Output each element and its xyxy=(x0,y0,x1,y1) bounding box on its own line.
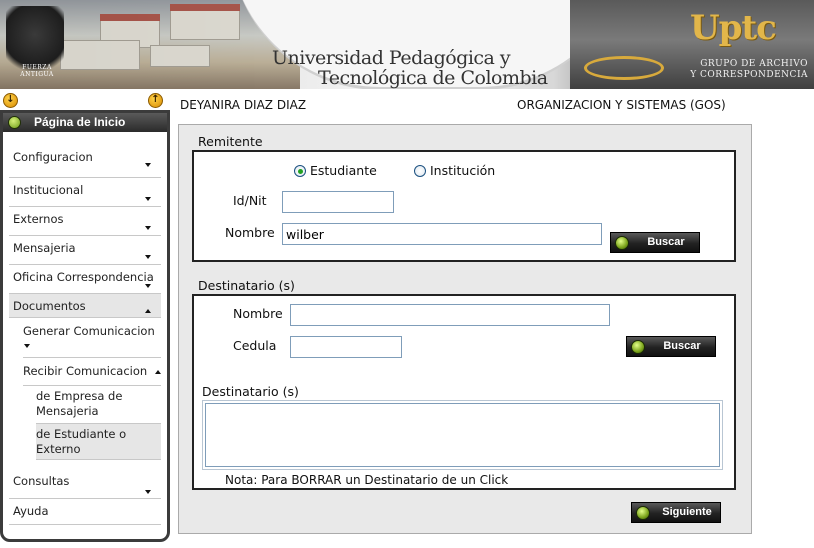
main-form-panel: Remitente Estudiante Institución Id/Nit … xyxy=(178,124,752,534)
sidebar-item-label: de Empresa de Mensajeria xyxy=(36,389,123,418)
department-name: ORGANIZACION Y SISTEMAS (GOS) xyxy=(517,98,726,112)
sidebar-item-mensajeria[interactable]: Mensajeria xyxy=(9,236,161,265)
scroll-up-icon[interactable]: ↑ xyxy=(148,93,163,108)
university-title-line1: Universidad Pedagógica y xyxy=(272,47,511,69)
home-link[interactable]: Página de Inicio xyxy=(3,113,167,132)
sidebar-menu: Configuracion Institucional Externos Men… xyxy=(3,132,167,525)
cedula-label: Cedula xyxy=(233,338,277,353)
delete-note: Nota: Para BORRAR un Destinatario de un … xyxy=(225,473,509,487)
group-name: GRUPO DE ARCHIVO Y CORRESPONDENCIA xyxy=(668,59,808,81)
sidebar-item-generar-comunicacion[interactable]: Generar Comunicacion xyxy=(23,318,161,358)
id-nit-input[interactable] xyxy=(282,191,394,213)
user-name: DEYANIRA DIAZ DIAZ xyxy=(180,98,307,112)
home-label: Página de Inicio xyxy=(34,115,126,129)
chevron-down-icon xyxy=(145,163,151,167)
scroll-down-icon[interactable]: ↓ xyxy=(3,93,18,108)
chevron-up-icon xyxy=(145,309,151,313)
remitente-title: Remitente xyxy=(198,134,263,149)
header-banner: FUERZA ANTIGUA Universidad Pedagógica y … xyxy=(0,0,814,89)
remitente-buscar-button[interactable]: Buscar xyxy=(610,232,700,253)
radio-institucion-label: Institución xyxy=(430,163,496,178)
destinatario-list[interactable] xyxy=(205,403,720,467)
destinatario-fieldset: Nombre Cedula Buscar Destinatario (s) No… xyxy=(192,294,736,490)
sidebar-item-label: Oficina Correspondencia xyxy=(13,270,154,284)
sidebar-item-label: Mensajeria xyxy=(13,241,76,255)
button-label: Buscar xyxy=(647,236,685,248)
chevron-down-icon xyxy=(145,226,151,230)
group-name-line2: Y CORRESPONDENCIA xyxy=(690,70,808,80)
chevron-down-icon xyxy=(24,344,30,348)
sidebar-item-configuracion[interactable]: Configuracion xyxy=(9,140,161,178)
button-label: Buscar xyxy=(663,340,701,352)
button-led-icon xyxy=(615,236,629,250)
button-label: Siguiente xyxy=(662,506,712,518)
nombre-label: Nombre xyxy=(225,225,275,240)
sidebar-item-oficina-correspondencia[interactable]: Oficina Correspondencia xyxy=(9,265,161,294)
sidebar-item-label: Externos xyxy=(13,212,64,226)
university-title-line2: Tecnológica de Colombia xyxy=(318,67,548,89)
destinatario-list-title: Destinatario (s) xyxy=(202,384,299,399)
sidebar-item-empresa-mensajeria[interactable]: de Empresa de Mensajeria xyxy=(36,386,161,424)
sidebar-item-label: Consultas xyxy=(13,474,70,488)
sidebar-item-documentos[interactable]: Documentos xyxy=(9,294,161,318)
destinatario-nombre-input[interactable] xyxy=(290,304,610,326)
sidebar-item-estudiante-externo[interactable]: de Estudiante o Externo xyxy=(36,424,161,460)
remitente-fieldset: Estudiante Institución Id/Nit Nombre Bus… xyxy=(192,150,736,262)
radio-estudiante-label: Estudiante xyxy=(310,163,377,178)
button-led-icon xyxy=(636,506,650,520)
sidebar-item-label: Ayuda xyxy=(13,504,49,518)
sidebar-top: ↓ ↑ xyxy=(0,92,170,110)
sidebar-item-ayuda[interactable]: Ayuda xyxy=(9,499,161,525)
siguiente-button[interactable]: Siguiente xyxy=(631,502,721,523)
sidebar-item-label: Documentos xyxy=(13,299,86,313)
sidebar-item-label: Institucional xyxy=(13,183,84,197)
radio-estudiante[interactable] xyxy=(294,165,306,177)
destinatario-nombre-label: Nombre xyxy=(233,306,283,321)
sidebar-item-institucional[interactable]: Institucional xyxy=(9,178,161,207)
chevron-up-icon xyxy=(155,370,161,374)
sidebar-item-consultas[interactable]: Consultas xyxy=(9,460,161,499)
chevron-down-icon xyxy=(145,255,151,259)
chevron-down-icon xyxy=(145,490,151,494)
sidebar-item-externos[interactable]: Externos xyxy=(9,207,161,236)
seal-motto: FUERZA ANTIGUA xyxy=(20,64,54,78)
uptc-logo: Uptc xyxy=(690,8,777,48)
sidebar: Página de Inicio Configuracion Instituci… xyxy=(0,110,170,542)
id-nit-label: Id/Nit xyxy=(233,193,267,208)
knot-logo-icon xyxy=(584,56,664,80)
sidebar-item-label: Generar Comunicacion xyxy=(23,324,155,338)
chevron-down-icon xyxy=(145,284,151,288)
destinatario-buscar-button[interactable]: Buscar xyxy=(626,336,716,357)
destinatario-title: Destinatario (s) xyxy=(198,278,295,293)
home-bullet-icon xyxy=(8,116,21,129)
button-led-icon xyxy=(631,340,645,354)
radio-institucion[interactable] xyxy=(414,165,426,177)
university-title: Universidad Pedagógica y Tecnológica de … xyxy=(272,48,548,88)
sidebar-item-label: de Estudiante o Externo xyxy=(36,427,127,456)
remitente-nombre-input[interactable] xyxy=(282,223,602,245)
group-name-line1: GRUPO DE ARCHIVO xyxy=(700,59,808,69)
cedula-input[interactable] xyxy=(290,336,402,358)
sidebar-item-label: Recibir Comunicacion xyxy=(23,364,148,378)
sidebar-item-recibir-comunicacion[interactable]: Recibir Comunicacion xyxy=(23,358,161,386)
sidebar-item-label: Configuracion xyxy=(13,150,93,164)
chevron-down-icon xyxy=(145,197,151,201)
